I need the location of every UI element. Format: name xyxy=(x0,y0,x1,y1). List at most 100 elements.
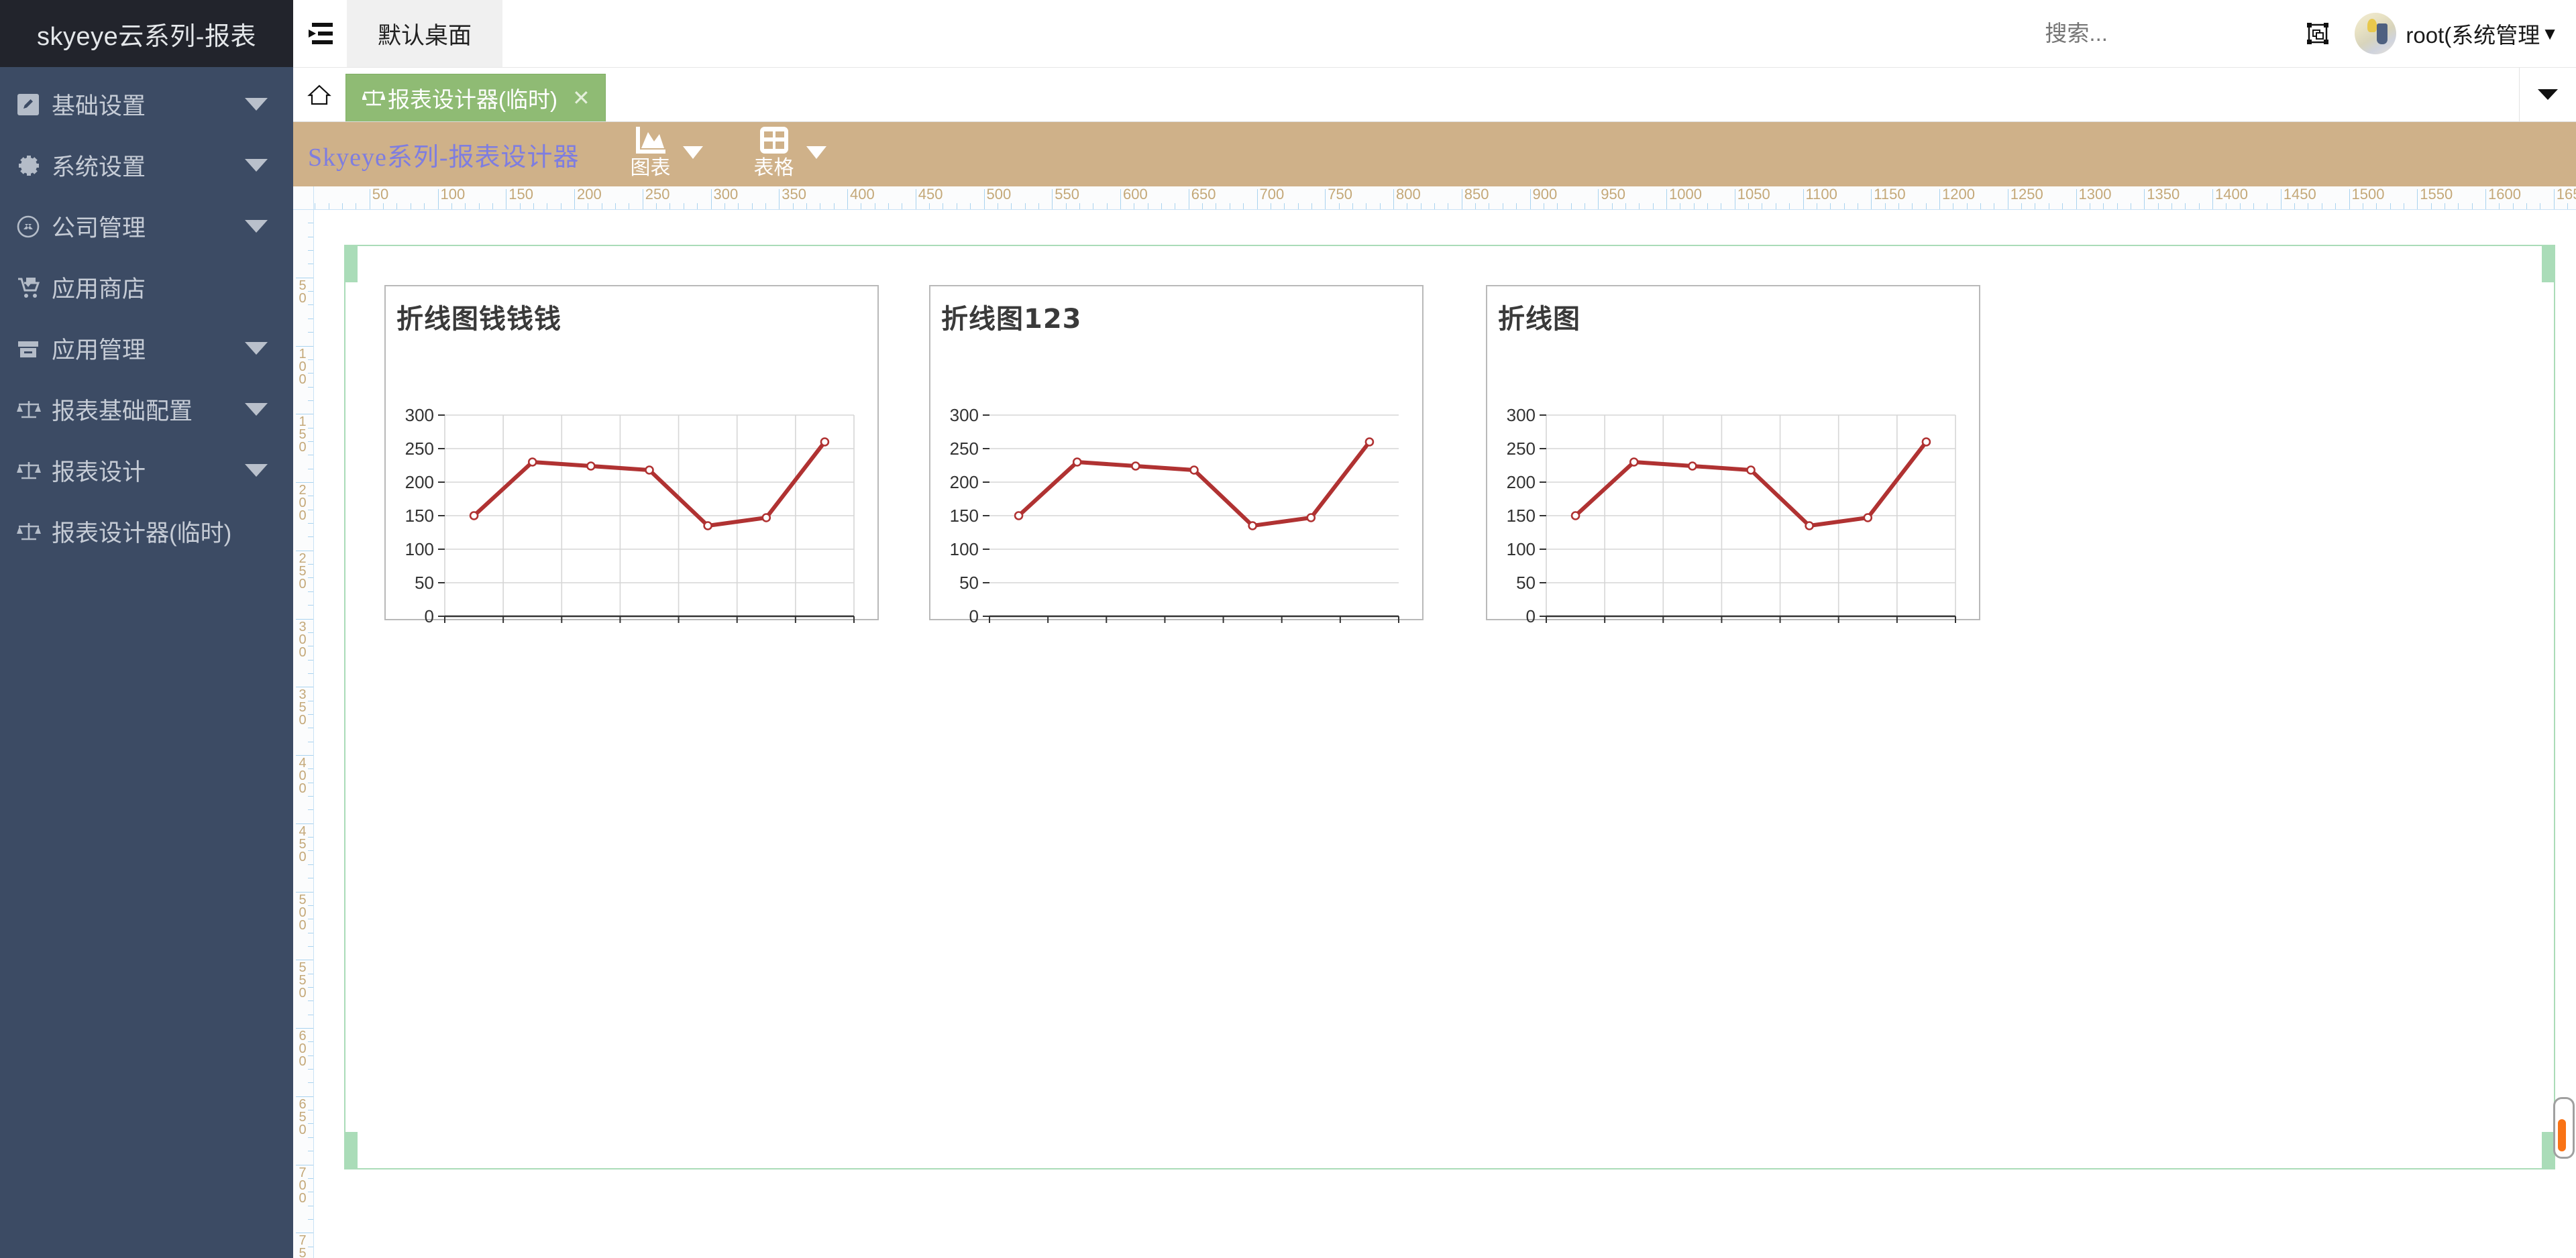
tab-default-desktop[interactable]: 默认桌面 xyxy=(347,0,502,67)
ruler-tick xyxy=(2157,203,2159,209)
ruler-tick xyxy=(1707,203,1709,209)
designer-body: 0501001502002503003504004505005506006507… xyxy=(293,186,2576,1258)
ruler-label: 900 xyxy=(1532,186,1558,203)
svg-text:300: 300 xyxy=(405,405,434,425)
ruler-label: 50 xyxy=(372,186,389,203)
svg-text:150: 150 xyxy=(950,506,979,526)
ruler-tick xyxy=(308,796,313,797)
ruler-label: 1000 xyxy=(1669,186,1702,203)
canvas-handle-top-right-h[interactable] xyxy=(2542,245,2555,282)
ruler-label: 750 xyxy=(1328,186,1352,203)
home-icon[interactable] xyxy=(293,68,345,121)
sidebar-item-1[interactable]: 基础设置 xyxy=(0,74,293,135)
search-input[interactable] xyxy=(2043,20,2268,47)
ruler-tick xyxy=(2499,203,2500,209)
top-bar: 默认桌面 root(系统管理 ▼ xyxy=(293,0,2576,68)
ruler-tick xyxy=(1065,203,1067,209)
sidebar-item-label: 应用商店 xyxy=(52,276,146,302)
ruler-tick xyxy=(308,946,313,947)
sidebar-item-7[interactable]: 报表设计 xyxy=(0,440,293,501)
ruler-label: 350 xyxy=(782,186,806,203)
chevron-down-icon[interactable] xyxy=(245,342,268,355)
insert-chart-button[interactable]: 图表 xyxy=(627,122,675,178)
ruler-tick xyxy=(724,203,725,209)
sidebar-item-6[interactable]: 报表基础配置 xyxy=(0,379,293,440)
ruler-tick xyxy=(383,203,384,209)
user-menu[interactable]: root(系统管理 ▼ xyxy=(2348,0,2576,67)
ruler-label: 1600 xyxy=(2488,186,2521,203)
chart-plot-area: 050100150200250300MonTueWedThuFriSatSun xyxy=(930,336,1422,624)
main-area: 默认桌面 root(系统管理 ▼ xyxy=(293,0,2576,1258)
ruler-tick xyxy=(2458,203,2459,209)
ruler-tick xyxy=(2430,203,2432,209)
ruler-label: 800 xyxy=(1396,186,1421,203)
insert-chart-label: 图表 xyxy=(630,157,671,179)
canvas-handle-bottom-left-h[interactable] xyxy=(344,1132,358,1169)
box-icon xyxy=(17,337,52,360)
ruler-label: 150 xyxy=(508,186,533,203)
ruler-tick xyxy=(1884,203,1886,209)
vertical-scrollbar-thumb[interactable] xyxy=(2558,1119,2566,1151)
tab-overflow-chevron-down-icon[interactable] xyxy=(2520,68,2576,121)
document-tab-label: 报表设计器(临时) xyxy=(388,87,557,112)
ruler-tick xyxy=(2567,203,2569,209)
report-canvas[interactable]: 折线图钱钱钱050100150200250300MonTueWedThuFriS… xyxy=(344,245,2555,1169)
sidebar-item-label: 系统设置 xyxy=(52,154,146,180)
chart-widget[interactable]: 折线图050100150200250300MonTueWedThuFriSatS… xyxy=(1486,285,1980,624)
ruler-tick xyxy=(1325,189,1326,209)
svg-text:50: 50 xyxy=(415,573,434,593)
ruler-tick xyxy=(656,203,657,209)
chevron-down-icon[interactable] xyxy=(245,98,268,111)
sidebar-item-4[interactable]: 应用商店 xyxy=(0,257,293,318)
sidebar-item-8[interactable]: 报表设计器(临时) xyxy=(0,501,293,562)
horizontal-ruler[interactable]: 0501001502002503003504004505005506006507… xyxy=(293,186,2576,210)
ruler-tick xyxy=(308,809,313,811)
svg-text:150: 150 xyxy=(1507,506,1536,526)
scale-icon xyxy=(17,461,52,481)
chart-widget[interactable]: 折线图123050100150200250300MonTueWedThuFriS… xyxy=(929,285,1424,624)
svg-text:100: 100 xyxy=(405,539,434,559)
ruler-tick xyxy=(396,203,398,209)
collapse-menu-icon[interactable] xyxy=(293,0,347,67)
chevron-down-icon[interactable] xyxy=(245,220,268,233)
brand-header[interactable]: skyeye云系列-报表 xyxy=(0,0,293,67)
chevron-down-icon[interactable] xyxy=(245,159,268,172)
sidebar-item-label: 报表设计器(临时) xyxy=(52,520,232,547)
ruler-label: 100 xyxy=(299,346,307,387)
chevron-down-icon[interactable] xyxy=(245,464,268,477)
ruler-label: 250 xyxy=(645,186,670,203)
vertical-ruler[interactable]: 50 100 150 200 250 300 350 400 450 500 550 600 650 70… xyxy=(293,209,314,1258)
svg-text:0: 0 xyxy=(969,606,979,624)
vertical-scrollbar[interactable] xyxy=(2553,1097,2575,1159)
insert-chart-chevron-down-icon[interactable] xyxy=(682,146,703,159)
sidebar-item-label: 公司管理 xyxy=(52,215,146,241)
insert-table-button[interactable]: 表格 xyxy=(750,122,798,178)
sidebar-item-2[interactable]: 系统设置 xyxy=(0,135,293,196)
canvas-scroll-area[interactable]: 折线图钱钱钱050100150200250300MonTueWedThuFriS… xyxy=(314,210,2576,1258)
designer-title: Skyeye系列-报表设计器 xyxy=(308,143,580,172)
chevron-down-icon[interactable] xyxy=(245,403,268,416)
ruler-tick xyxy=(2171,203,2172,209)
document-tab-report-designer[interactable]: 报表设计器(临时) ✕ xyxy=(345,74,606,121)
insert-table-chevron-down-icon[interactable] xyxy=(806,146,826,159)
ruler-tick xyxy=(1557,203,1558,209)
ruler-tick xyxy=(2198,203,2200,209)
ruler-label: 50 xyxy=(299,278,307,306)
ruler-tick xyxy=(1352,203,1353,209)
ruler-tick xyxy=(424,203,425,209)
ruler-tick xyxy=(308,1218,313,1220)
sidebar-item-3[interactable]: 公司管理 xyxy=(0,196,293,257)
pencil-square-icon xyxy=(17,93,52,116)
chart-title: 折线图123 xyxy=(941,304,1082,335)
chart-widget[interactable]: 折线图钱钱钱050100150200250300MonTueWedThuFriS… xyxy=(384,285,879,624)
canvas-handle-top-left-h[interactable] xyxy=(344,245,358,282)
sidebar-item-5[interactable]: 应用管理 xyxy=(0,318,293,379)
svg-text:300: 300 xyxy=(950,405,979,425)
chart-plot-area: 050100150200250300MonTueWedThuFriSatSun xyxy=(1487,336,1979,624)
sidebar-item-label: 报表基础配置 xyxy=(52,398,193,424)
restore-window-icon[interactable] xyxy=(2288,0,2348,67)
ruler-tick xyxy=(970,203,971,209)
ruler-tick xyxy=(2280,189,2282,209)
close-icon[interactable]: ✕ xyxy=(572,87,590,109)
ruler-label: 400 xyxy=(299,756,307,796)
